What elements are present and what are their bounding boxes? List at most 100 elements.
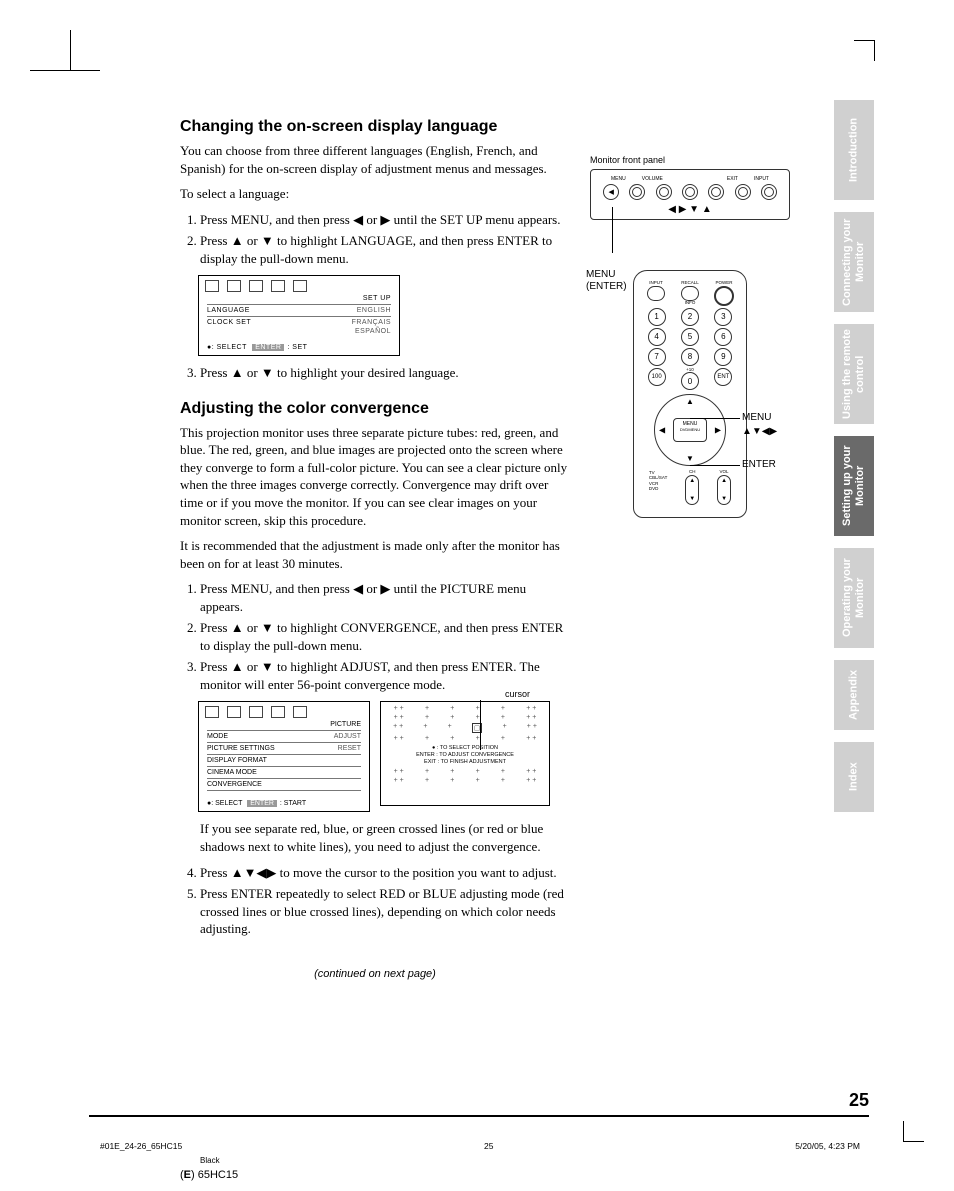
panel-button: [629, 184, 645, 200]
body-text: You can choose from three different lang…: [180, 142, 570, 177]
panel-button: [682, 184, 698, 200]
remote-button-label: INFO: [674, 301, 706, 306]
tab-introduction: Introduction: [834, 100, 874, 200]
panel-button-label: VOLUME: [642, 176, 663, 182]
step: Press MENU, and then press ◀ or ▶ until …: [200, 211, 570, 229]
osd-value: RESET: [338, 745, 361, 752]
figure-callout: ENTER: [742, 459, 776, 470]
remote-vol-rocker: ▲▼: [717, 475, 731, 505]
osd-value: ESPAÑOL: [355, 328, 391, 335]
footer-color: Black: [200, 1156, 220, 1165]
remote-num-button: 4: [648, 328, 666, 346]
osd-item: PICTURE SETTINGS: [207, 745, 338, 752]
body-text: It is recommended that the adjustment is…: [180, 537, 570, 572]
continued-note: (continued on next page): [180, 968, 570, 980]
remote-num-button: 0: [681, 372, 699, 390]
section-heading: Changing the on-screen display language: [180, 118, 570, 136]
osd-hint: : SELECT: [211, 800, 242, 807]
osd-item: CONVERGENCE: [207, 781, 361, 788]
chapter-tabs: Introduction Connecting your Monitor Usi…: [834, 100, 874, 824]
step: Press ENTER repeatedly to select RED or …: [200, 885, 570, 938]
step: Press ▲ or ▼ to highlight your desired l…: [200, 364, 570, 382]
remote-num-button: 8: [681, 348, 699, 366]
osd-item: LANGUAGE: [207, 307, 357, 314]
remote-button: [647, 286, 665, 301]
osd-hint: ENTER : TO ADJUST CONVERGENCE: [416, 752, 514, 758]
tab-connecting: Connecting your Monitor: [834, 212, 874, 312]
crop-mark: [30, 1121, 70, 1161]
panel-button-label: INPUT: [754, 176, 769, 182]
body-text: This projection monitor uses three separ…: [180, 424, 570, 529]
osd-hint: : SET: [287, 344, 307, 351]
remote-button-label: +10: [681, 368, 699, 373]
step: Press ▲ or ▼ to highlight CONVERGENCE, a…: [200, 619, 570, 654]
osd-hint-button: ENTER: [247, 800, 277, 807]
panel-button: [761, 184, 777, 200]
osd-value: ADJUST: [334, 733, 361, 740]
remote-num-button: ENT: [714, 368, 732, 386]
step: Press MENU, and then press ◀ or ▶ until …: [200, 580, 570, 615]
arrow-icons: ◀ ▶ ▼ ▲: [599, 200, 781, 215]
osd-tab-icon: [293, 706, 307, 718]
footer-model: (E) 65HC15: [180, 1169, 238, 1181]
osd-item: MODE: [207, 733, 334, 740]
remote-button-label: INPUT: [640, 281, 672, 286]
tab-remote: Using the remote control: [834, 324, 874, 424]
section-heading: Adjusting the color convergence: [180, 400, 570, 418]
arrow-down-icon: ▼: [686, 454, 694, 463]
osd-item: CLOCK SET: [207, 319, 352, 326]
figure-callout: ▲▼◀▶: [742, 426, 777, 437]
figure-callout: MENU: [742, 412, 771, 423]
panel-button-label: EXIT: [727, 176, 738, 182]
remote-num-button: 1: [648, 308, 666, 326]
osd-title: PICTURE: [199, 720, 369, 729]
remote-button-label: POWER: [708, 281, 740, 286]
osd-tab-icon: [249, 706, 263, 718]
remote-button-label: CH: [685, 470, 699, 475]
step: Press ▲ or ▼ to highlight ADJUST, and th…: [200, 658, 570, 693]
remote-mode-labels: TV CBL/SAT VCR DVD: [649, 470, 667, 492]
figure-label: Monitor front panel: [590, 155, 790, 165]
osd-value: FRANÇAIS: [352, 319, 391, 326]
panel-button: [735, 184, 751, 200]
osd-setup-screenshot: SET UP LANGUAGE ENGLISH CLOCK SET FRANÇA…: [198, 275, 400, 356]
osd-hint-button: ENTER: [252, 344, 284, 351]
page-number: 25: [849, 1090, 869, 1111]
remote-button-label: VOL: [717, 470, 731, 475]
figure-label: cursor: [505, 689, 530, 699]
osd-hint: EXIT : TO FINISH ADJUSTMENT: [424, 759, 506, 765]
body-text: If you see separate red, blue, or green …: [200, 820, 570, 855]
osd-picture-screenshot: PICTURE MODEADJUST PICTURE SETTINGSRESET…: [198, 701, 370, 812]
panel-button: [708, 184, 724, 200]
footer-slug: #01E_24-26_65HC15 25 5/20/05, 4:23 PM: [100, 1141, 860, 1151]
osd-tab-icon: [271, 280, 285, 292]
body-text: To select a language:: [180, 185, 570, 203]
remote-num-button: 3: [714, 308, 732, 326]
osd-tab-icon: [249, 280, 263, 292]
remote-num-button: 7: [648, 348, 666, 366]
page-rule: [89, 1115, 869, 1117]
crop-mark: [30, 30, 71, 71]
remote-button: [681, 286, 699, 301]
convergence-grid-screenshot: + ++++++ + + ++++++ + + +++▢++ + + +++++…: [380, 701, 550, 806]
osd-value: ENGLISH: [357, 307, 391, 314]
osd-hint: : SELECT: [212, 344, 247, 351]
tab-appendix: Appendix: [834, 660, 874, 730]
panel-button: ◀: [603, 184, 619, 200]
remote-num-button: 6: [714, 328, 732, 346]
crop-mark: [884, 1121, 924, 1161]
osd-tab-icon: [205, 706, 219, 718]
crop-mark: [884, 30, 924, 70]
panel-button-label: MENU: [611, 176, 626, 182]
panel-button: [656, 184, 672, 200]
osd-tab-icon: [271, 706, 285, 718]
tab-operating: Operating your Monitor: [834, 548, 874, 648]
tab-index: Index: [834, 742, 874, 812]
arrow-left-icon: ◀: [659, 426, 665, 435]
remote-num-button: 5: [681, 328, 699, 346]
remote-ch-rocker: ▲▼: [685, 475, 699, 505]
front-panel-diagram: MENU VOLUME EXIT INPUT ◀: [590, 169, 790, 220]
osd-tab-icon: [205, 280, 219, 292]
remote-menu-button: MENUDVDMENU: [673, 418, 707, 442]
remote-num-button: 100: [648, 368, 666, 386]
